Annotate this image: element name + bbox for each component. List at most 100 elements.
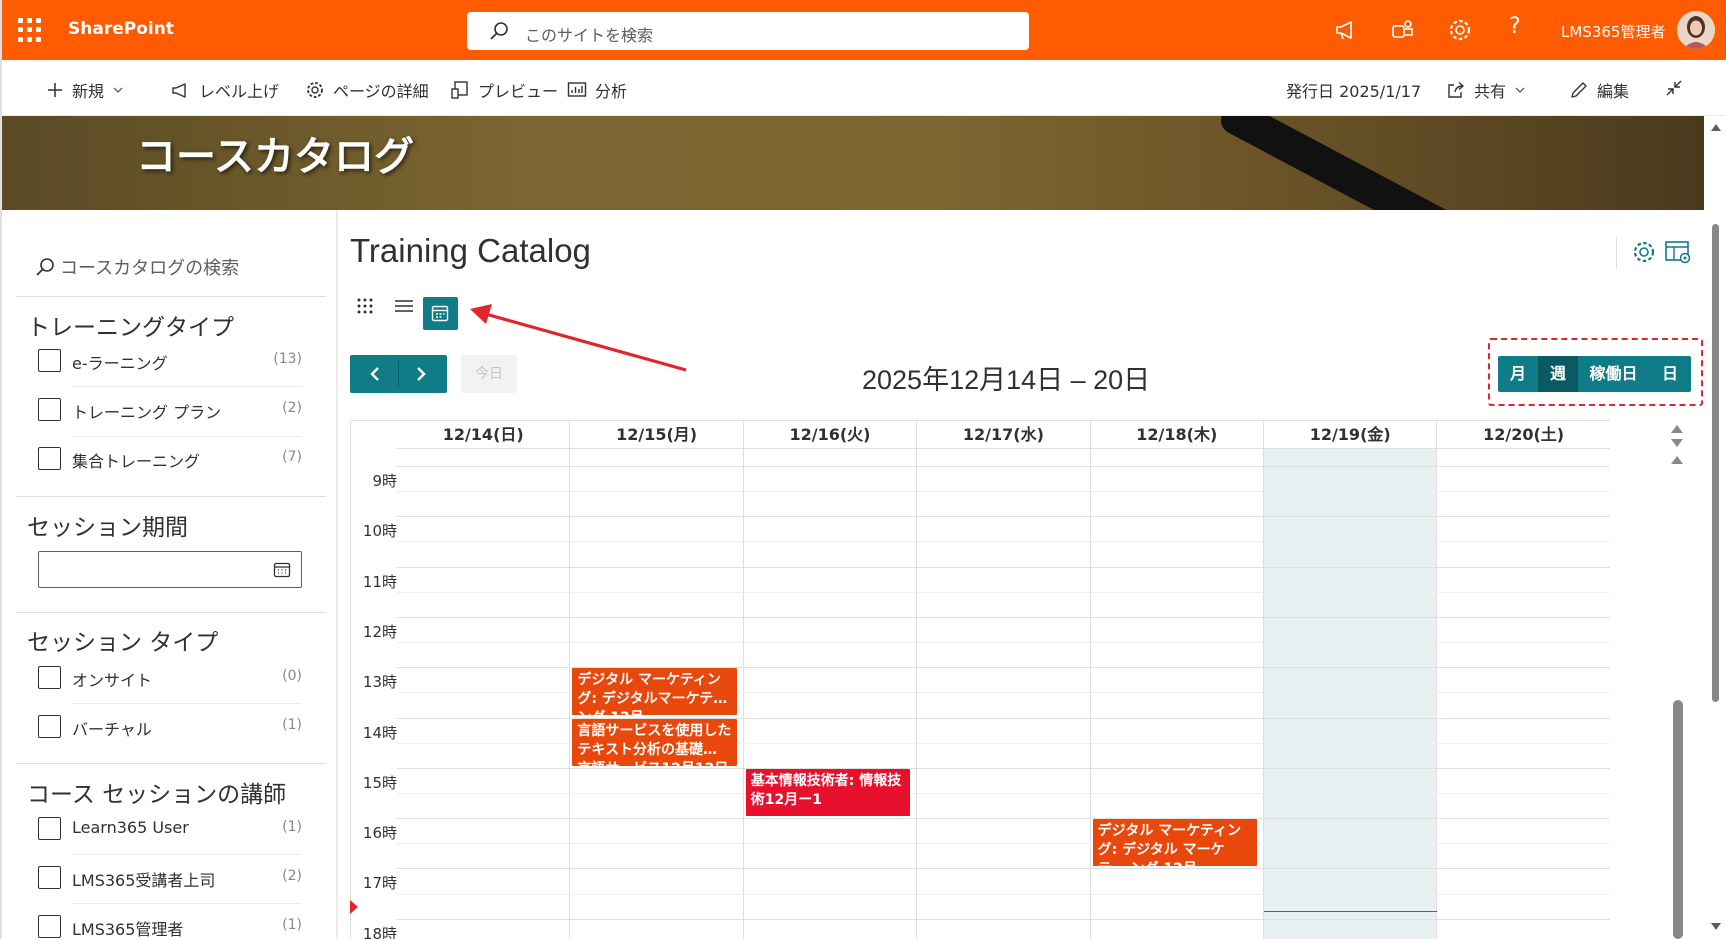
- chevron-right-icon[interactable]: [414, 366, 428, 382]
- session-period-date-input[interactable]: [38, 551, 302, 588]
- preview-icon: [451, 81, 468, 99]
- edit-button[interactable]: 編集: [1569, 78, 1629, 102]
- hour-label: 15時: [362, 773, 397, 792]
- list-view-icon[interactable]: [394, 296, 414, 320]
- megaphone-icon: [172, 83, 186, 98]
- filter-label: e-ラーニング: [72, 354, 168, 373]
- filter-label: トレーニング プラン: [72, 403, 222, 422]
- view-day-button[interactable]: 日: [1649, 356, 1691, 392]
- teams-icon[interactable]: [1390, 17, 1416, 47]
- settings-gear-icon[interactable]: [1631, 239, 1657, 269]
- day-column[interactable]: [397, 421, 571, 939]
- calendar-event[interactable]: デジタル マーケティング: デジタル マーケテ… ング 12月: [1092, 819, 1257, 867]
- filter-instructor[interactable]: Learn365 User (1): [38, 816, 302, 842]
- banner-pen-image: [1216, 116, 1462, 210]
- view-workweek-button[interactable]: 稼働日: [1578, 356, 1649, 392]
- preview-button[interactable]: プレビュー: [450, 78, 558, 102]
- site-search-input[interactable]: このサイトを検索: [467, 12, 1029, 50]
- today-button[interactable]: 今日: [461, 355, 517, 393]
- calendar-event[interactable]: 基本情報技術者: 情報技術12月ー1: [745, 768, 911, 817]
- calendar-event[interactable]: デジタル マーケティング: デジタルマーケテ… ング 12月: [572, 668, 737, 716]
- hour-label: 14時: [362, 723, 397, 742]
- new-label: 新規: [72, 82, 105, 101]
- day-column[interactable]: [917, 421, 1091, 939]
- half-hour-line: [397, 893, 1610, 895]
- filter-instructor[interactable]: LMS365管理者 (1): [38, 914, 302, 940]
- share-button[interactable]: 共有: [1446, 78, 1526, 102]
- half-hour-line: [397, 843, 1610, 845]
- day-header: 12/19(金): [1264, 421, 1438, 448]
- checkbox[interactable]: [38, 715, 61, 738]
- analytics-label: 分析: [595, 82, 628, 101]
- filter-training-plan[interactable]: トレーニング プラン (2): [38, 397, 302, 423]
- day-header: 12/16(火): [743, 421, 918, 448]
- table-settings-icon[interactable]: [1664, 239, 1692, 269]
- calendar-icon[interactable]: [273, 561, 291, 579]
- divider: [72, 703, 302, 704]
- help-icon[interactable]: ?: [1509, 14, 1521, 39]
- chevron-left-icon[interactable]: [368, 366, 382, 382]
- user-name[interactable]: LMS365管理者: [1561, 21, 1665, 42]
- avatar[interactable]: [1677, 11, 1715, 49]
- checkbox[interactable]: [38, 349, 61, 372]
- checkbox[interactable]: [38, 866, 61, 889]
- catalog-search-placeholder: コースカタログの検索: [60, 258, 240, 279]
- filter-count: (0): [282, 668, 302, 684]
- checkbox[interactable]: [38, 666, 61, 689]
- hour-line: [397, 516, 1610, 518]
- analytics-icon: [567, 82, 587, 97]
- half-hour-line: [397, 541, 1610, 543]
- hour-label: 17時: [362, 874, 397, 893]
- site-search-placeholder: このサイトを検索: [525, 26, 654, 45]
- collapse-icon: [1666, 80, 1682, 96]
- brand-name[interactable]: SharePoint: [68, 19, 174, 39]
- page-scrollbar[interactable]: [1705, 116, 1726, 939]
- hour-label: 9時: [372, 472, 397, 490]
- day-header: 12/15(月): [570, 421, 744, 448]
- checkbox[interactable]: [38, 915, 61, 938]
- session-period-title: セッション期間: [27, 515, 188, 541]
- filter-classroom-training[interactable]: 集合トレーニング (7): [38, 446, 302, 472]
- current-time-marker: [350, 900, 358, 914]
- checkbox[interactable]: [38, 447, 61, 470]
- view-week-button[interactable]: 週: [1538, 356, 1578, 392]
- filter-panel: コースカタログの検索 トレーニングタイプ e-ラーニング (13) トレーニング…: [0, 210, 338, 939]
- share-icon: [1448, 81, 1465, 98]
- filter-instructor[interactable]: LMS365受講者上司 (2): [38, 865, 302, 891]
- filter-elearning[interactable]: e-ラーニング (13): [38, 348, 302, 374]
- view-month-button[interactable]: 月: [1498, 356, 1538, 392]
- calendar-view-button[interactable]: [423, 297, 458, 330]
- catalog-search-input[interactable]: コースカタログの検索: [34, 254, 239, 280]
- megaphone-icon[interactable]: [1333, 17, 1359, 47]
- level-up-button[interactable]: レベル上げ: [171, 78, 279, 102]
- day-column[interactable]: [744, 421, 918, 939]
- checkbox[interactable]: [38, 398, 61, 421]
- filter-count: (1): [282, 717, 302, 733]
- collapse-button[interactable]: [1664, 78, 1684, 98]
- command-bar: 新規 レベル上げ ページの詳細 プレビュー 分析 発行日 2025/1/17 共…: [0, 60, 1726, 116]
- level-up-label: レベル上げ: [199, 82, 280, 101]
- calendar-scroll-arrows[interactable]: [1668, 421, 1686, 469]
- analytics-button[interactable]: 分析: [567, 78, 627, 102]
- new-button[interactable]: 新規: [46, 78, 124, 102]
- filter-onsite[interactable]: オンサイト (0): [38, 665, 302, 691]
- share-label: 共有: [1474, 82, 1507, 101]
- calendar-event[interactable]: 言語サービスを使用したテキスト分析の基礎… 言語サービス12月12日: [572, 718, 737, 766]
- filter-virtual[interactable]: バーチャル (1): [38, 714, 302, 740]
- grid-view-icon[interactable]: [356, 296, 376, 320]
- hour-label: 13時: [362, 673, 397, 692]
- app-launcher-icon[interactable]: [18, 18, 42, 42]
- view-selector: 月 週 稼働日 日: [1498, 356, 1691, 392]
- checkbox[interactable]: [38, 817, 61, 840]
- day-column[interactable]: [1437, 421, 1610, 939]
- pencil-icon: [1571, 82, 1587, 98]
- divider: [72, 854, 302, 855]
- settings-gear-icon[interactable]: [1447, 17, 1473, 47]
- published-date: 発行日 2025/1/17: [1286, 82, 1422, 101]
- divider: [1616, 237, 1617, 269]
- calendar-scrollbar[interactable]: [1673, 700, 1683, 939]
- page-details-button[interactable]: ページの詳細: [305, 78, 429, 102]
- half-hour-line: [397, 491, 1610, 493]
- search-icon: [489, 21, 509, 45]
- day-column[interactable]: [1264, 421, 1438, 939]
